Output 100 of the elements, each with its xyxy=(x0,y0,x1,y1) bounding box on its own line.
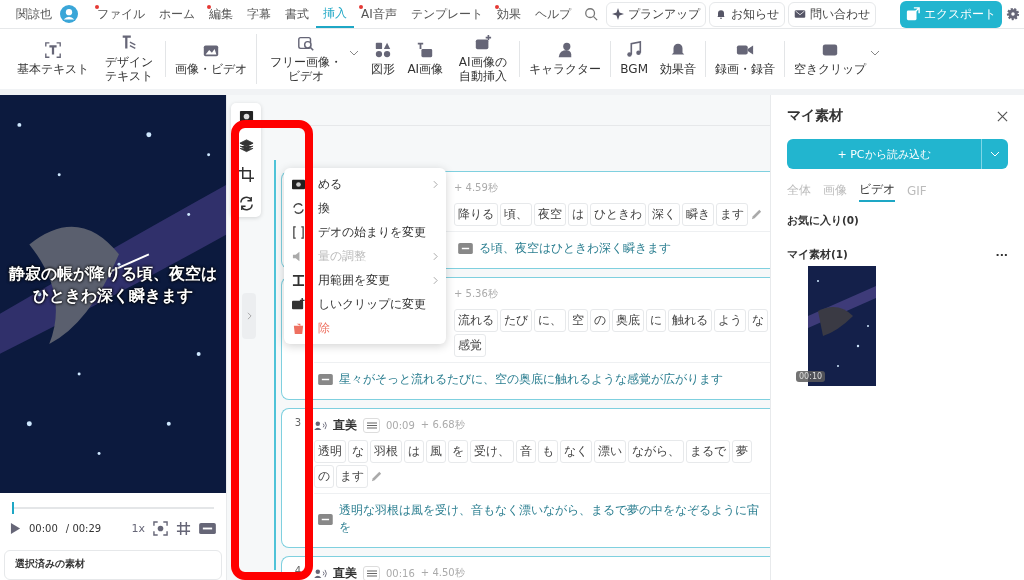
toolbar-button[interactable]: フリー画像・ビデオ xyxy=(260,34,366,84)
word-chip[interactable]: 夜空 xyxy=(534,203,566,226)
word-chip[interactable]: ます xyxy=(336,465,368,488)
settings-icon[interactable] xyxy=(1006,7,1020,21)
word-chip[interactable]: に xyxy=(646,309,666,332)
toolbar-button[interactable]: AI画像の自動挿入 xyxy=(449,34,517,84)
range-icon xyxy=(292,273,305,287)
word-chip[interactable]: 頃、 xyxy=(500,203,532,226)
word-chip[interactable]: 透明 xyxy=(314,440,346,463)
word-chip[interactable]: は xyxy=(568,203,588,226)
header-button[interactable]: プランアップ xyxy=(605,1,706,27)
word-chip[interactable]: は xyxy=(404,440,424,463)
toolbar-button[interactable]: AI画像 xyxy=(401,41,450,77)
toolbar-button[interactable]: キャラクター xyxy=(523,41,608,77)
caption-text[interactable]: る頃、夜空はひときわ深く瞬きます xyxy=(479,240,671,257)
word-chip[interactable]: に、 xyxy=(534,309,566,332)
menu-item[interactable]: 換 xyxy=(284,196,446,220)
speaker-name[interactable]: 直美 xyxy=(333,416,357,434)
word-chip[interactable]: 触れる xyxy=(668,309,712,332)
menu-tab[interactable]: AI音声 xyxy=(354,0,404,28)
menu-tab[interactable]: ホーム xyxy=(152,0,202,28)
sparkle-icon xyxy=(611,8,624,20)
word-chip[interactable]: ひときわ xyxy=(590,203,646,226)
word-chip[interactable]: を xyxy=(448,440,468,463)
word-chip[interactable]: ます xyxy=(716,203,748,226)
speed-button[interactable]: 1x xyxy=(131,522,145,536)
more-button[interactable]: ··· xyxy=(995,248,1008,262)
chevron-icon xyxy=(433,275,438,285)
header-button[interactable]: 問い合わせ xyxy=(787,1,876,27)
word-chip[interactable]: 漂い xyxy=(594,440,626,463)
menu-tab[interactable]: 編集 xyxy=(202,0,240,28)
speaker-name[interactable]: 直美 xyxy=(333,564,357,580)
word-chip[interactable]: まるで xyxy=(686,440,730,463)
word-chip[interactable]: 羽根 xyxy=(370,440,402,463)
word-chip[interactable]: 瞬き xyxy=(682,203,714,226)
menu-tab[interactable]: ファイル xyxy=(90,0,152,28)
clip-icon xyxy=(292,297,305,311)
text-icon xyxy=(44,41,62,60)
voice-settings-button[interactable] xyxy=(363,417,380,433)
menu-item[interactable]: める xyxy=(284,172,446,196)
materials-card[interactable]: 選択済みの素材 xyxy=(4,550,222,580)
caption-text[interactable]: 星々がそっと流れるたびに、空の奥底に触れるような感覚が広がります xyxy=(339,371,723,388)
avatar-icon[interactable] xyxy=(60,5,78,23)
menu-tab[interactable]: テンプレート xyxy=(403,0,490,28)
screenshot-icon[interactable] xyxy=(153,521,168,537)
menu-item[interactable]: デオの始まりを変更 xyxy=(284,220,446,244)
layers-icon[interactable] xyxy=(238,138,254,153)
word-chip[interactable]: も xyxy=(538,440,558,463)
word-chip[interactable]: たび xyxy=(500,309,532,332)
word-chip[interactable]: よう xyxy=(714,309,746,332)
filter-tab[interactable]: ビデオ xyxy=(859,181,895,202)
toolbar-button[interactable]: BGM xyxy=(614,41,654,77)
word-chip[interactable]: の xyxy=(590,309,610,332)
menu-tab[interactable]: ヘルプ xyxy=(527,0,578,28)
word-chip[interactable]: 深く xyxy=(648,203,680,226)
toolbar-button[interactable]: 図形 xyxy=(365,41,402,77)
word-chip[interactable]: 受け、 xyxy=(470,440,514,463)
menu-tab[interactable]: 効果 xyxy=(489,0,528,28)
toolbar-button[interactable]: 画像・ビデオ xyxy=(169,41,254,77)
toolbar-button[interactable]: 効果音 xyxy=(654,41,702,77)
word-chip[interactable]: 空 xyxy=(568,309,588,332)
subtitle-icon xyxy=(318,374,333,385)
play-icon[interactable] xyxy=(10,522,21,536)
menu-item[interactable]: しいクリップに変更 xyxy=(284,292,446,316)
word-chip[interactable]: 風 xyxy=(426,440,446,463)
caption-icon[interactable] xyxy=(199,522,216,536)
word-chip[interactable]: な xyxy=(748,309,768,332)
menu-tab[interactable]: 字幕 xyxy=(240,0,278,28)
toolbar-button[interactable]: 空きクリップ xyxy=(788,41,886,77)
search-icon[interactable] xyxy=(583,7,598,21)
word-chip[interactable]: 降りる xyxy=(454,203,498,226)
word-chip[interactable]: 奥底 xyxy=(612,309,644,332)
word-chip[interactable]: 夢 xyxy=(732,440,752,463)
progress-track[interactable] xyxy=(12,501,214,516)
caret-icon xyxy=(349,50,360,56)
collapse-handle[interactable] xyxy=(242,293,256,339)
sliders-icon xyxy=(366,568,377,578)
word-chip[interactable]: 音 xyxy=(516,440,536,463)
voice-settings-button[interactable] xyxy=(363,565,380,580)
toolbar-button[interactable]: 録画・録音 xyxy=(709,41,781,77)
word-chip[interactable]: の xyxy=(314,465,334,488)
toolbar-button[interactable]: 基本テキスト xyxy=(11,41,95,77)
panel-title: マイ素材 xyxy=(787,107,843,125)
refresh-icon[interactable] xyxy=(238,196,254,211)
header-button[interactable]: お知らせ xyxy=(708,1,785,27)
subtitle-text: 静寂の帳が降りる頃、夜空はひときわ深く瞬きます xyxy=(8,263,218,307)
script-row[interactable]: 3 直美 00:09 + 6.68秒 透明 な 羽根 は 風 を 受け、 音 も なく 漂い ながら、 まるで 夢 の ます 透明な羽根は風を受け、音もなく漂いながら、まるで夢の中をなぞるように宙を xyxy=(281,408,770,548)
menu-tab[interactable]: 書式 xyxy=(278,0,316,28)
crop-icon[interactable] xyxy=(238,167,254,182)
close-icon[interactable] xyxy=(997,110,1008,122)
word-chip[interactable]: ながら、 xyxy=(628,440,684,463)
word-chip[interactable]: 感覚 xyxy=(454,334,486,357)
caption-text[interactable]: 透明な羽根は風を受け、音もなく漂いながら、まるで夢の中をなぞるように宙を xyxy=(338,502,766,536)
word-chip[interactable]: 流れる xyxy=(454,309,498,332)
timeline-marker[interactable] xyxy=(274,160,276,570)
word-chip[interactable]: なく xyxy=(560,440,592,463)
speaker-icon xyxy=(314,568,327,578)
toolbar-button[interactable]: デザインテキスト xyxy=(95,34,163,84)
grid-icon[interactable] xyxy=(176,521,191,537)
word-chip[interactable]: な xyxy=(348,440,368,463)
